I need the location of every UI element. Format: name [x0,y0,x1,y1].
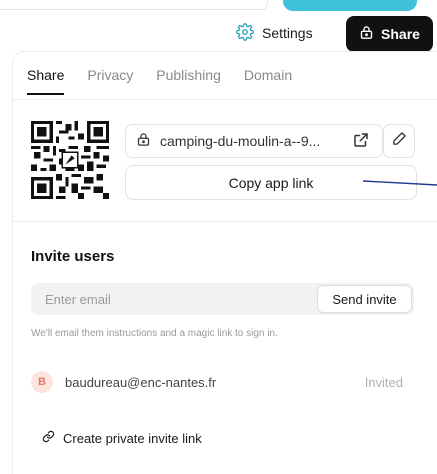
qr-code [31,121,109,199]
private-link-label: Create private invite link [63,430,202,446]
user-email: baudureau@enc-nantes.fr [65,374,217,390]
section-divider [12,221,437,222]
send-invite-button[interactable]: Send invite [317,285,412,313]
app-link-field[interactable]: camping-du-moulin-a--9... [125,124,383,158]
external-link-icon[interactable] [352,131,382,152]
settings-label: Settings [262,25,313,41]
pencil-icon [392,131,407,151]
share-label: Share [381,26,420,42]
app-link-text: camping-du-moulin-a--9... [160,133,321,149]
avatar: B [31,371,53,393]
accent-button-edge[interactable] [283,0,417,11]
tab-share[interactable]: Share [27,67,65,95]
invited-user-row: B baudureau@enc-nantes.fr Invited [31,370,406,394]
tab-publishing[interactable]: Publishing [156,67,221,95]
user-status: Invited [364,374,403,390]
invite-users-heading: Invite users [31,248,115,265]
annotation-line [363,180,437,186]
previous-panel-edge [0,0,268,10]
lock-icon [359,25,374,43]
invite-helper-text: We'll email them instructions and a magi… [31,328,278,339]
tabs-divider [12,99,437,100]
tab-domain[interactable]: Domain [244,67,292,95]
gear-icon [236,22,254,44]
link-icon [42,430,55,446]
invite-email-row: Send invite [31,283,414,315]
settings-button[interactable]: Settings [236,22,313,44]
tab-privacy[interactable]: Privacy [87,67,133,95]
create-private-invite-link[interactable]: Create private invite link [42,430,202,446]
invite-email-input[interactable] [31,283,314,315]
lock-icon [136,132,151,150]
share-button[interactable]: Share [346,16,433,52]
edit-link-button[interactable] [383,124,415,158]
top-strip [0,0,437,14]
share-tabs: Share Privacy Publishing Domain [27,67,292,95]
